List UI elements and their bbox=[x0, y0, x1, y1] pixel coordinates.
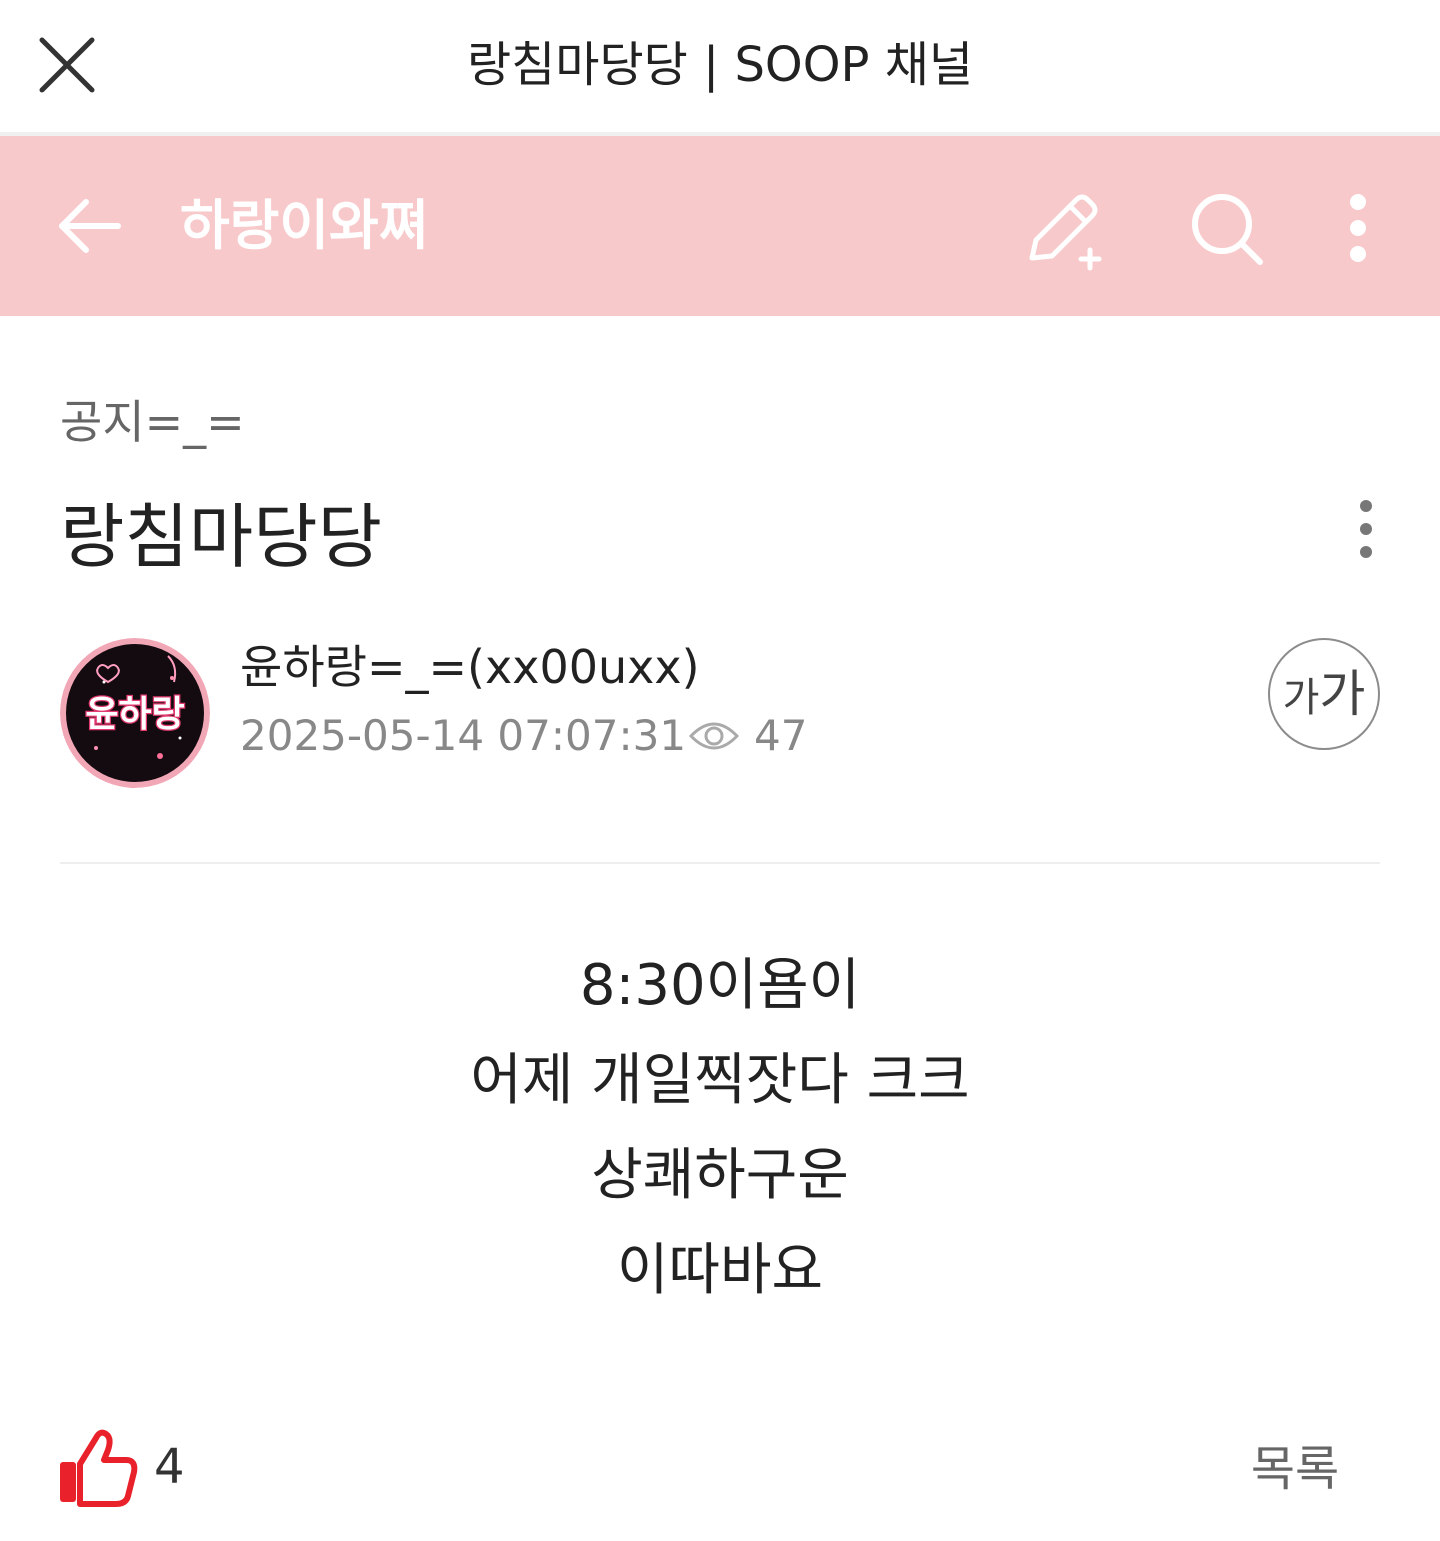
search-icon bbox=[1192, 194, 1263, 265]
divider bbox=[60, 862, 1380, 864]
post-more-button[interactable] bbox=[1336, 496, 1396, 564]
write-post-button[interactable] bbox=[1022, 188, 1106, 272]
webview-title: 랑침마당당 | SOOP 채널 bbox=[466, 37, 974, 93]
font-size-large-label: 가 bbox=[1319, 665, 1366, 723]
author-name[interactable]: 윤하랑=_=(xx00uxx) bbox=[240, 636, 700, 698]
close-icon bbox=[39, 37, 95, 93]
view-count: 47 bbox=[754, 711, 808, 760]
back-arrow-icon bbox=[59, 199, 121, 253]
write-icon bbox=[1029, 194, 1102, 271]
author-avatar[interactable]: 윤하랑 bbox=[60, 638, 210, 788]
post-date: 2025-05-14 07:07:31 bbox=[240, 711, 687, 760]
more-vertical-icon bbox=[1360, 500, 1372, 558]
eye-icon bbox=[688, 722, 740, 750]
avatar-text: 윤하랑 bbox=[85, 694, 184, 735]
list-button[interactable]: 목록 bbox=[1230, 1436, 1360, 1502]
font-size-small-label: 가 bbox=[1282, 675, 1320, 721]
thumbs-up-icon bbox=[60, 1429, 138, 1507]
content-line: 이따바요 bbox=[616, 1238, 824, 1303]
search-button[interactable] bbox=[1186, 188, 1270, 272]
avatar-image: 윤하랑 bbox=[60, 638, 210, 788]
content-line: 상쾌하구운 bbox=[591, 1143, 849, 1208]
channel-name[interactable]: 하랑이와쪄 bbox=[180, 186, 428, 266]
like-count: 4 bbox=[154, 1439, 185, 1495]
content-line: 8:30이욤이 bbox=[579, 953, 861, 1018]
close-button[interactable] bbox=[30, 28, 104, 102]
more-vertical-icon bbox=[1350, 194, 1366, 262]
app-screen: 랑침마당당 | SOOP 채널 하랑이와쪄 공지=_= 랑침마당당 윤하랑 윤하… bbox=[0, 0, 1440, 1541]
back-button[interactable] bbox=[52, 188, 128, 264]
post-title: 랑침마당당 bbox=[60, 496, 382, 578]
content-line: 어제 개일찍잣다 크크 bbox=[470, 1048, 970, 1113]
more-options-button[interactable] bbox=[1318, 188, 1398, 272]
post-category[interactable]: 공지=_= bbox=[60, 392, 245, 452]
webview-bar: 랑침마당당 | SOOP 채널 bbox=[0, 0, 1440, 136]
post-content: 8:30이욤이 어제 개일찍잣다 크크 상쾌하구운 이따바요 bbox=[60, 938, 1380, 1318]
channel-header: 하랑이와쪄 bbox=[0, 136, 1440, 316]
font-size-button[interactable]: 가가 bbox=[1268, 638, 1380, 750]
